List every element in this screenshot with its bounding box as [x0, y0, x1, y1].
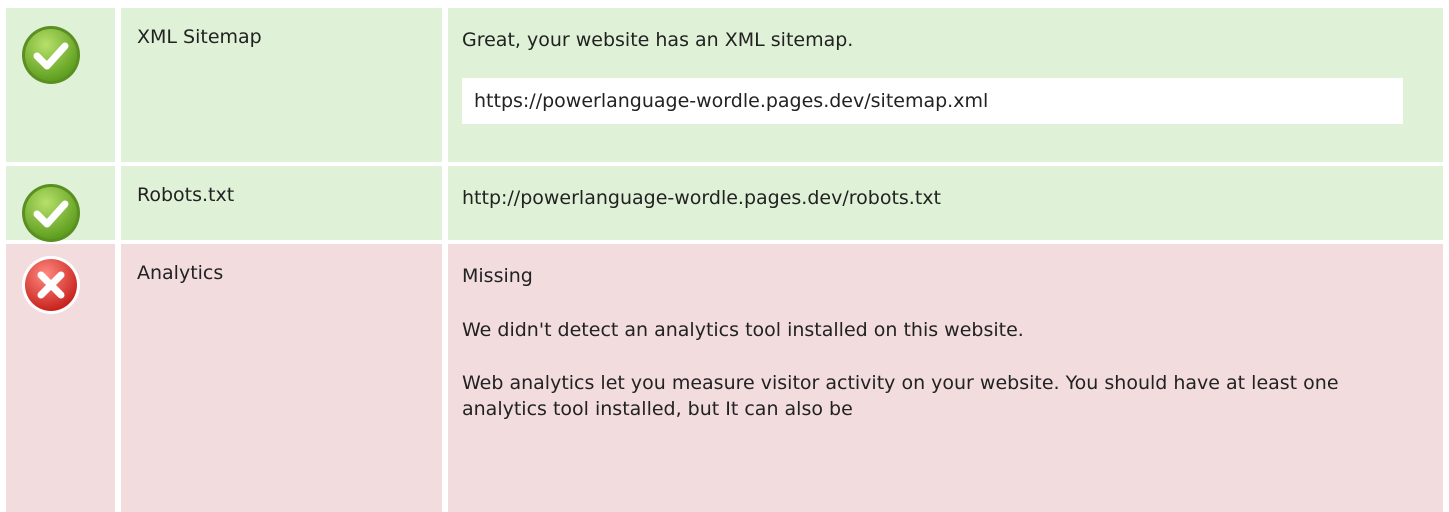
- x-circle-icon: [22, 256, 80, 314]
- status-cell: [6, 166, 115, 242]
- status-message: We didn't detect an analytics tool insta…: [462, 319, 1024, 341]
- row-label-text: Robots.txt: [137, 184, 235, 206]
- row-value: Missing We didn't detect an analytics to…: [448, 244, 1443, 512]
- report-row-analytics: Analytics Missing We didn't detect an an…: [6, 244, 1443, 512]
- status-cell: [6, 244, 115, 512]
- report-row-robots-txt: Robots.txt http://powerlanguage-wordle.p…: [6, 166, 1443, 263]
- row-label-text: XML Sitemap: [137, 26, 262, 48]
- row-label-text: Analytics: [137, 262, 224, 284]
- sitemap-url[interactable]: https://powerlanguage-wordle.pages.dev/s…: [462, 78, 1403, 124]
- status-value: Missing: [462, 265, 533, 287]
- seo-report: XML Sitemap Great, your website has an X…: [0, 0, 1449, 512]
- status-message: Great, your website has an XML sitemap.: [462, 29, 854, 51]
- check-circle-icon: [22, 184, 80, 242]
- row-label: XML Sitemap: [121, 8, 442, 162]
- description-text: Web analytics let you measure visitor ac…: [462, 372, 1339, 420]
- row-value: Great, your website has an XML sitemap. …: [448, 8, 1443, 162]
- row-label: Analytics: [121, 244, 442, 512]
- report-row-xml-sitemap: XML Sitemap Great, your website has an X…: [6, 8, 1443, 162]
- row-value: http://powerlanguage-wordle.pages.dev/ro…: [448, 166, 1443, 263]
- row-label: Robots.txt: [121, 166, 442, 240]
- robots-url[interactable]: http://powerlanguage-wordle.pages.dev/ro…: [462, 184, 1403, 212]
- status-cell: [6, 8, 115, 162]
- check-circle-icon: [22, 26, 80, 84]
